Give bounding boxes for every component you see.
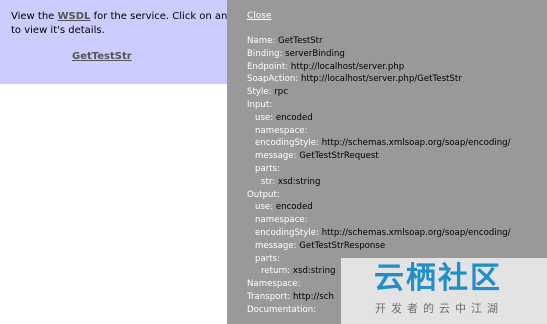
detail-row: SoapAction: http://localhost/server.php/… [247, 73, 511, 86]
detail-value: http://schemas.xmlsoap.org/soap/encoding… [321, 227, 511, 238]
detail-key: parts: [255, 163, 280, 174]
detail-value: serverBinding [285, 48, 345, 59]
watermark-logo: 云栖社区 开发者的云中江湖 [341, 258, 547, 324]
detail-key: message: [255, 240, 300, 251]
detail-row: Style: rpc [247, 86, 511, 99]
detail-value: http://localhost/server.php [290, 61, 405, 72]
detail-value: xsd:string [292, 266, 336, 277]
watermark-subtitle: 开发者的云中江湖 [375, 302, 503, 315]
detail-row: Endpoint: http://localhost/server.php [247, 61, 511, 74]
detail-value: GetTestStrRequest [299, 151, 379, 162]
detail-value: encoded [275, 112, 313, 123]
detail-row: Input: [247, 99, 511, 112]
watermark-title: 云栖社区 [374, 261, 502, 296]
detail-key: Endpoint: [247, 61, 291, 72]
detail-key: message: [255, 151, 300, 162]
detail-key: namespace: [255, 125, 308, 136]
detail-value: GetTestStr [277, 36, 323, 46]
detail-key: str: [261, 176, 278, 187]
detail-row: use: encoded [247, 112, 511, 125]
detail-key: use: [255, 112, 276, 123]
detail-key: namespace: [255, 215, 308, 226]
detail-key: Style: [247, 87, 275, 98]
detail-value: http://localhost/server.php/GetTestStr [300, 74, 462, 85]
detail-key: Output: [247, 189, 280, 200]
detail-key: SoapAction: [247, 74, 301, 85]
detail-key: parts: [255, 253, 280, 264]
wsdl-link[interactable]: WSDL [58, 11, 91, 22]
detail-key: Namespace: [247, 279, 301, 290]
detail-key: return: [261, 266, 293, 277]
detail-key: Binding: [247, 48, 286, 59]
operation-link-getteststr[interactable]: GetTestStr [72, 51, 132, 62]
intro-line2: to view it's details. [11, 25, 105, 36]
detail-key: encodingStyle: [255, 227, 322, 238]
detail-row: Name: GetTestStr [247, 35, 511, 48]
detail-value: rpc [274, 87, 288, 98]
detail-value: GetTestStrResponse [299, 240, 386, 251]
detail-row: message: GetTestStrRequest [247, 150, 511, 163]
detail-value: http://schemas.xmlsoap.org/soap/encoding… [321, 138, 511, 149]
detail-row: message: GetTestStrResponse [247, 240, 511, 253]
detail-key: Documentation: [247, 304, 317, 315]
detail-row: Binding: serverBinding [247, 48, 511, 61]
intro-suffix: for the service. Click on an o [90, 11, 237, 22]
detail-row: namespace: [247, 125, 511, 138]
detail-key: use: [255, 202, 276, 213]
detail-row: namespace: [247, 214, 511, 227]
detail-row: use: encoded [247, 201, 511, 214]
detail-value: http://sch [292, 291, 334, 302]
detail-value: xsd:string [277, 176, 321, 187]
detail-key: Transport: [247, 291, 293, 302]
detail-key: Name: [247, 36, 278, 46]
detail-row: Output: [247, 189, 511, 202]
detail-row: parts: [247, 163, 511, 176]
intro-text: View the WSDL for the service. Click on … [11, 10, 237, 38]
detail-value: encoded [275, 202, 313, 213]
close-link[interactable]: Close [247, 11, 272, 21]
detail-row: encodingStyle: http://schemas.xmlsoap.or… [247, 227, 511, 240]
detail-key: Input: [247, 99, 273, 110]
detail-row: str: xsd:string [247, 176, 511, 189]
detail-row: encodingStyle: http://schemas.xmlsoap.or… [247, 137, 511, 150]
intro-prefix: View the [11, 11, 58, 22]
detail-key: encodingStyle: [255, 138, 322, 149]
